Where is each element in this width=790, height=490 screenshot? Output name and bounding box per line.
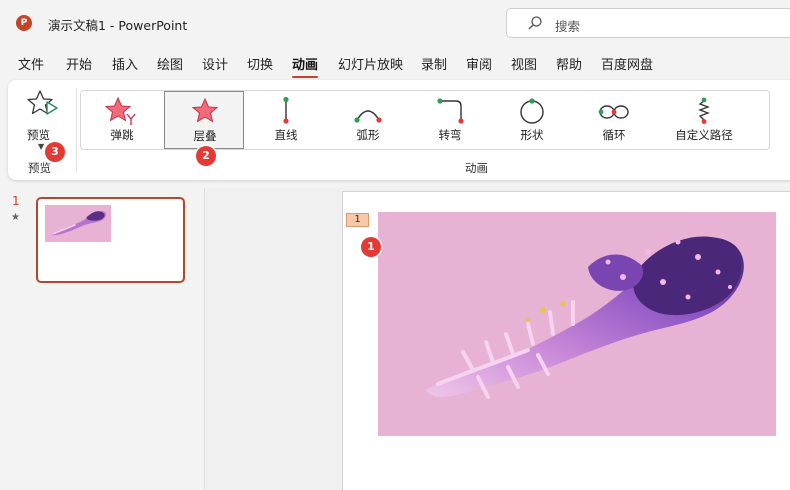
- animation-loop[interactable]: 循环: [574, 91, 654, 149]
- animation-turn[interactable]: 转弯: [410, 91, 490, 149]
- animation-stack-label: 层叠: [193, 129, 217, 143]
- animation-line[interactable]: 直线: [246, 91, 326, 149]
- animation-custom-path-label: 自定义路径: [675, 128, 733, 142]
- slide-editor: 1: [206, 188, 790, 490]
- tab-record[interactable]: 录制: [421, 54, 447, 73]
- search-box[interactable]: 搜索: [506, 8, 790, 38]
- step-badge-1: 1: [361, 237, 381, 257]
- arc-path-icon: [350, 96, 386, 129]
- search-placeholder: 搜索: [555, 19, 581, 34]
- preview-group: 预览 ▼ 预览: [18, 86, 68, 176]
- preview-group-label: 预览: [28, 161, 51, 175]
- chevron-down-icon[interactable]: ▼: [38, 142, 44, 151]
- animation-bounce[interactable]: 弹跳: [82, 91, 162, 149]
- tab-help[interactable]: 帮助: [556, 54, 582, 73]
- bounce-icon: [104, 96, 140, 129]
- step-badge-2: 2: [196, 146, 216, 166]
- loop-path-icon: [596, 96, 632, 129]
- tab-home[interactable]: 开始: [66, 54, 92, 73]
- preview-button-label: 预览: [27, 128, 50, 142]
- animation-turn-label: 转弯: [438, 128, 462, 142]
- animation-star-icon: ★: [11, 212, 20, 223]
- animation-order-tag[interactable]: 1: [346, 213, 369, 227]
- tab-review[interactable]: 审阅: [466, 54, 492, 73]
- tab-draw[interactable]: 绘图: [157, 54, 183, 73]
- powerpoint-logo-icon: P: [16, 15, 32, 31]
- animation-arc[interactable]: 弧形: [328, 91, 408, 149]
- animation-arc-label: 弧形: [356, 128, 380, 142]
- slide-number: 1: [12, 194, 20, 208]
- tab-design[interactable]: 设计: [202, 54, 228, 73]
- animation-loop-label: 循环: [602, 128, 626, 142]
- ribbon-tabs: 文件 开始 插入 绘图 设计 切换 动画 幻灯片放映 录制 审阅 视图 帮助 百…: [0, 50, 790, 78]
- star-play-icon: [26, 88, 60, 125]
- animation-stack[interactable]: 层叠: [164, 91, 244, 149]
- circle-path-icon: [514, 96, 550, 129]
- custom-path-icon: [686, 96, 722, 129]
- animation-shape[interactable]: 形状: [492, 91, 572, 149]
- step-badge-3: 3: [45, 142, 65, 162]
- window-title: 演示文稿1 - PowerPoint: [48, 18, 188, 33]
- tab-slideshow[interactable]: 幻灯片放映: [338, 54, 403, 73]
- tab-file[interactable]: 文件: [18, 54, 44, 73]
- animation-gallery: 弹跳 层叠 直线 弧形 转弯 形状 循环 自定义路径: [80, 90, 770, 150]
- thumbnail-image: [45, 205, 111, 242]
- tab-insert[interactable]: 插入: [112, 54, 138, 73]
- star-icon: [187, 97, 223, 130]
- animation-shape-label: 形状: [520, 128, 544, 142]
- animation-group-label: 动画: [465, 161, 488, 175]
- animation-bounce-label: 弹跳: [110, 128, 134, 142]
- tab-view[interactable]: 视图: [511, 54, 537, 73]
- title-bar: P 演示文稿1 - PowerPoint 搜索: [0, 0, 790, 46]
- slide-picture[interactable]: [378, 212, 776, 436]
- group-divider: [76, 88, 77, 172]
- search-icon: [527, 15, 543, 34]
- ribbon-panel: 预览 ▼ 预览 弹跳 层叠 直线 弧形 转弯 形状 循环 自定义路径 动画: [8, 80, 790, 180]
- slides-pane: 1 ★: [0, 188, 205, 490]
- tab-transitions[interactable]: 切换: [247, 54, 273, 73]
- animation-line-label: 直线: [274, 128, 298, 142]
- animation-custom-path[interactable]: 自定义路径: [656, 91, 752, 149]
- tab-animations[interactable]: 动画: [292, 54, 319, 78]
- slide-thumbnail[interactable]: [36, 197, 185, 283]
- turn-path-icon: [432, 96, 468, 129]
- line-path-icon: [268, 96, 304, 129]
- tab-baidu-netdisk[interactable]: 百度网盘: [601, 54, 653, 73]
